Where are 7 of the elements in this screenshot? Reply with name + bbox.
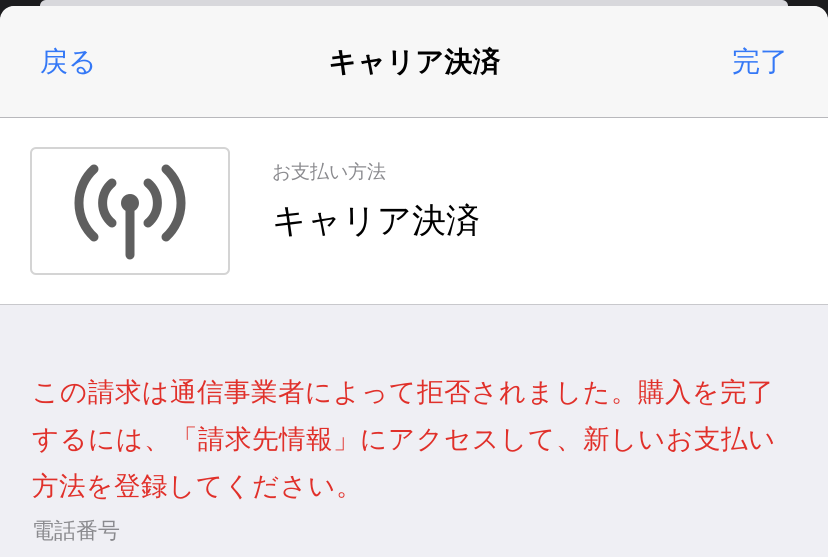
error-message: この請求は通信事業者によって拒否されました。購入を完了するには、「請求先情報」にアクセスして、新しいお支払い方法を登録してください。 — [32, 376, 777, 503]
done-button[interactable]: 完了 — [732, 40, 788, 82]
phone-number-label: 電話番号 — [32, 517, 121, 545]
back-button[interactable]: 戻る — [40, 40, 97, 82]
nav-title: キャリア決済 — [328, 44, 500, 78]
payment-method-value: キャリア決済 — [272, 200, 480, 242]
payment-method-label: お支払い方法 — [272, 161, 387, 186]
